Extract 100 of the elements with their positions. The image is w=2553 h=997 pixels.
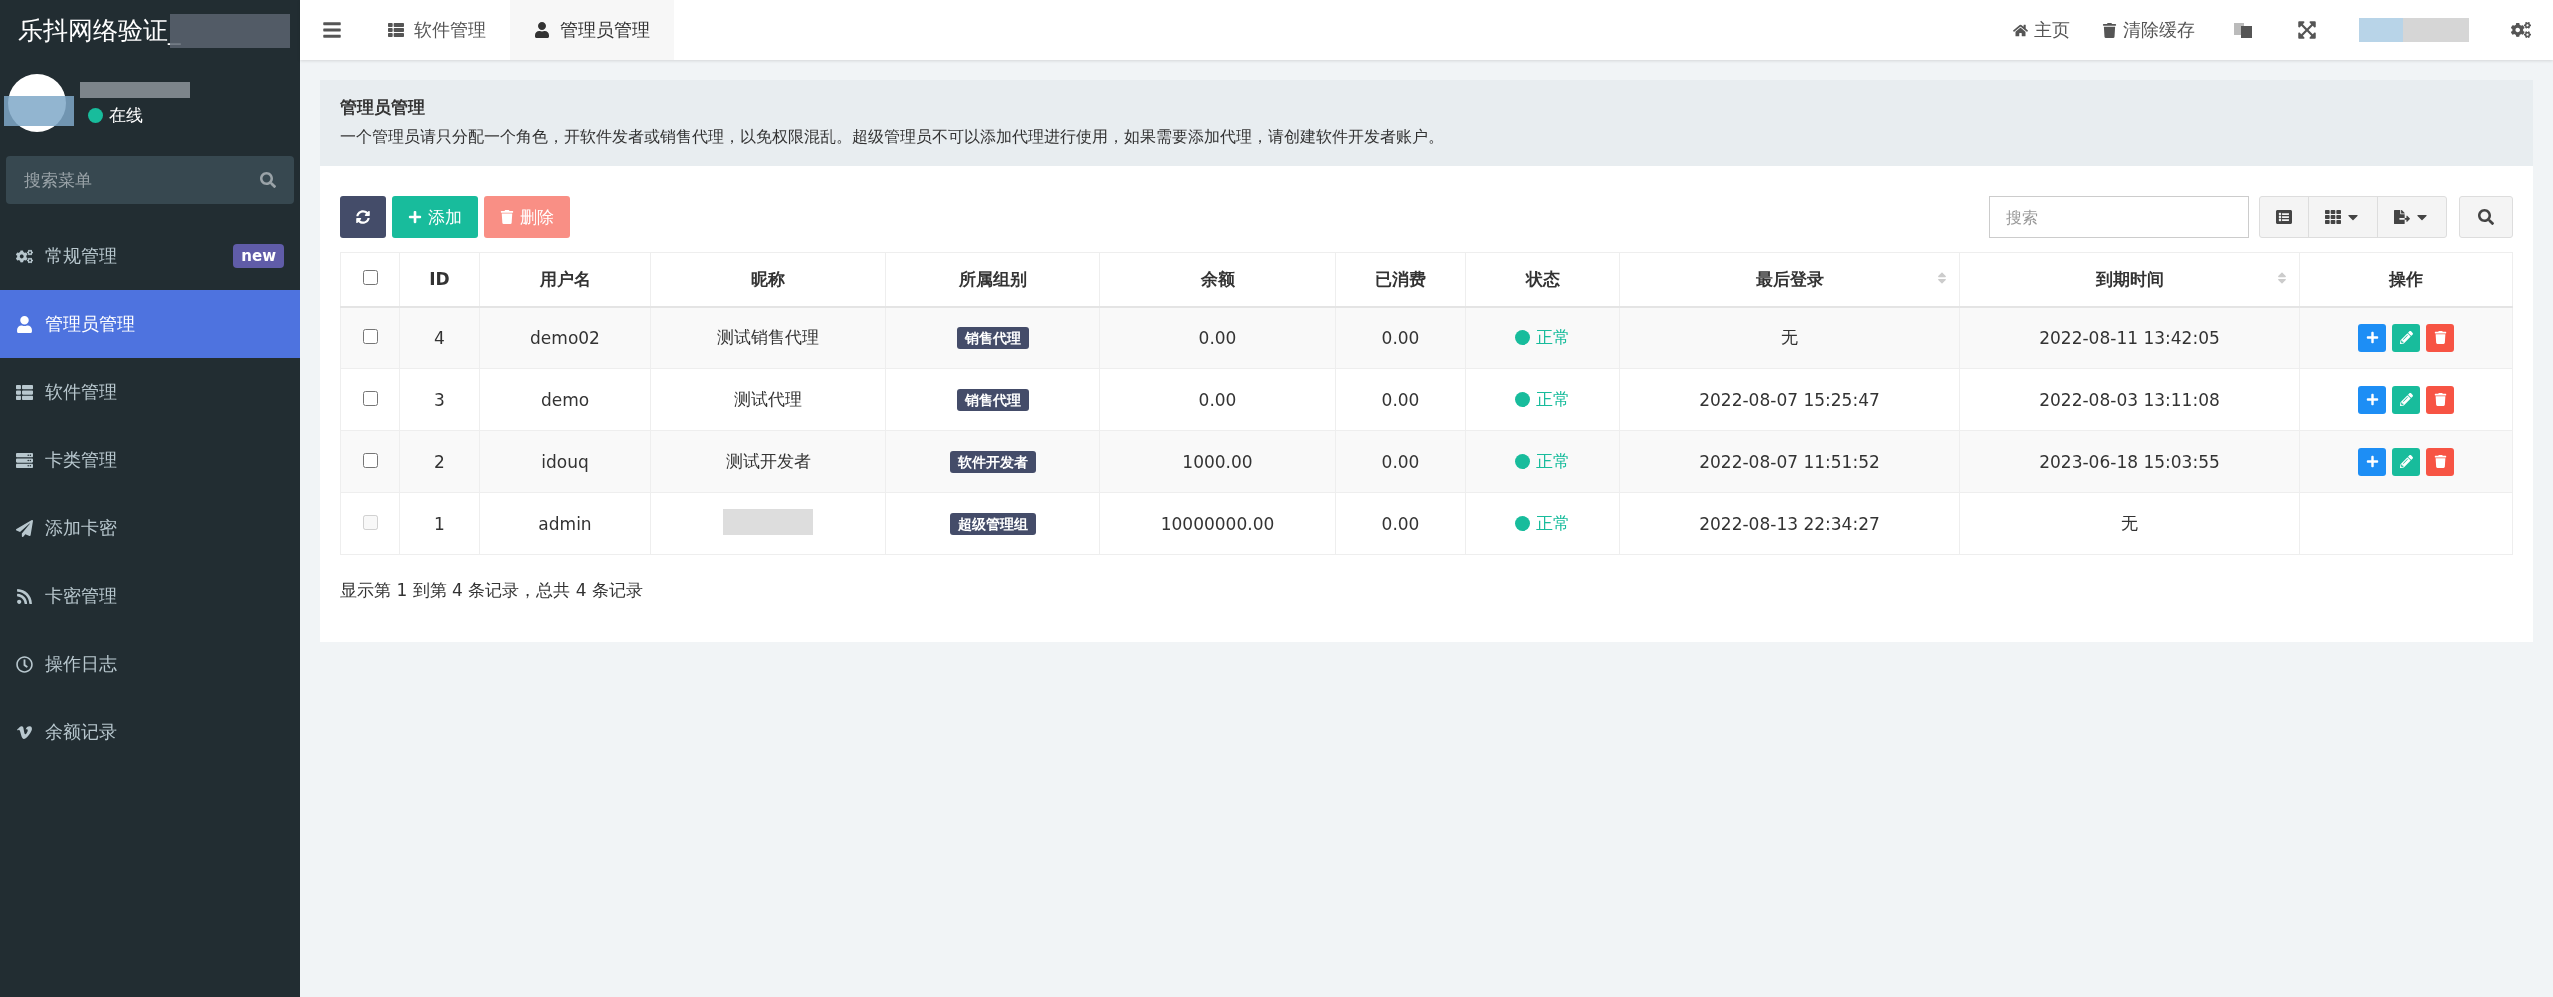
new-badge: new xyxy=(233,244,284,268)
column-header: 已消费 xyxy=(1335,252,1466,307)
table-cell: 0.00 xyxy=(1099,368,1336,431)
table-cell: admin xyxy=(479,492,651,555)
sidebar-item[interactable]: 卡类管理 xyxy=(0,426,300,494)
user-icon xyxy=(534,22,550,38)
delete-row-button[interactable] xyxy=(2426,447,2454,476)
redacted-block xyxy=(4,96,74,126)
table-cell: idouq xyxy=(479,430,651,493)
table-cell: 1000.00 xyxy=(1099,430,1336,493)
add-row-button[interactable] xyxy=(2358,323,2386,352)
clock-icon xyxy=(16,655,33,673)
trash-icon xyxy=(2433,455,2447,468)
toolbar-link[interactable]: 主页 xyxy=(1997,0,2086,60)
sidebar-item[interactable]: 卡密管理 xyxy=(0,562,300,630)
group-label: 销售代理 xyxy=(956,327,1029,350)
rss-icon xyxy=(16,587,33,605)
paper-plane-icon xyxy=(16,519,33,537)
column-header: 操作 xyxy=(2299,252,2513,307)
tab[interactable]: 软件管理 xyxy=(364,0,510,60)
edit-button[interactable] xyxy=(2392,447,2420,476)
table-cell: demo xyxy=(479,368,651,431)
home-icon xyxy=(2013,22,2028,38)
table-cell: 0.00 xyxy=(1335,430,1466,493)
sidebar-item[interactable]: 常规管理 new xyxy=(0,222,300,290)
toolbar-link[interactable]: 清除缓存 xyxy=(2086,0,2211,60)
row-checkbox[interactable] xyxy=(362,328,378,344)
panel-description: 一个管理员请只分配一个角色，开软件发者或销售代理，以免权限混乱。超级管理员不可以添加代理进行使用，如果需要添加代理，请创建软件开发者账户。 xyxy=(340,127,1445,148)
add-row-button[interactable] xyxy=(2358,385,2386,414)
gears-icon xyxy=(16,247,33,265)
search-icon xyxy=(2478,209,2494,225)
column-header: 昵称 xyxy=(650,252,886,307)
column-header[interactable]: 最后登录 xyxy=(1619,252,1960,307)
refresh-button[interactable] xyxy=(340,196,386,238)
table-cell: 2022-08-03 13:11:08 xyxy=(1959,368,2300,431)
trash-icon xyxy=(2433,393,2447,406)
trash-icon xyxy=(500,210,514,224)
row-checkbox[interactable] xyxy=(362,452,378,468)
select-all-checkbox[interactable] xyxy=(362,270,378,286)
plus-icon xyxy=(2365,455,2379,468)
table-cell: 4 xyxy=(399,306,480,369)
trash-icon xyxy=(2102,22,2117,38)
gears-icon xyxy=(2511,20,2531,40)
table-cell: 0.00 xyxy=(1335,306,1466,369)
status-text: 正常 xyxy=(1515,388,1570,411)
server-icon xyxy=(16,451,33,469)
table-cell: 0.00 xyxy=(1335,492,1466,555)
group-label: 软件开发者 xyxy=(949,451,1036,473)
table-cell: 测试代理 xyxy=(650,368,886,431)
group-label: 销售代理 xyxy=(956,389,1029,411)
add-row-button[interactable] xyxy=(2358,447,2386,476)
online-status: 在线 xyxy=(88,103,143,127)
column-header[interactable]: 到期时间 xyxy=(1959,252,2300,307)
menu-search-field[interactable]: 搜索菜单 xyxy=(6,156,294,204)
tab[interactable]: 管理员管理 xyxy=(510,0,674,60)
table-cell: 测试销售代理 xyxy=(650,306,886,369)
table-cell: 2 xyxy=(399,430,480,493)
list-icon xyxy=(16,383,33,401)
menu-icon xyxy=(322,20,342,40)
site-title: 乐抖网络验证_ xyxy=(18,14,181,47)
fullscreen-icon xyxy=(2297,20,2317,40)
export-icon xyxy=(2394,209,2410,225)
row-checkbox[interactable] xyxy=(362,390,378,406)
list-icon xyxy=(388,22,404,38)
column-header: 状态 xyxy=(1465,252,1620,307)
edit-button[interactable] xyxy=(2392,323,2420,352)
pencil-icon xyxy=(2399,455,2413,468)
search-field[interactable]: 搜索 xyxy=(1989,196,2249,238)
user-icon xyxy=(16,315,33,333)
sidebar-item[interactable]: 软件管理 xyxy=(0,358,300,426)
delete-row-button[interactable] xyxy=(2426,323,2454,352)
table-cell: 2022-08-07 15:25:47 xyxy=(1619,368,1960,431)
pencil-icon xyxy=(2399,393,2413,406)
search-button[interactable] xyxy=(2459,196,2513,238)
plus-icon xyxy=(408,210,422,224)
sidebar-item[interactable]: 操作日志 xyxy=(0,630,300,698)
grid-icon xyxy=(2325,209,2341,225)
table-cell: 0.00 xyxy=(1099,306,1336,369)
group-label: 超级管理组 xyxy=(949,513,1036,535)
column-header: ID xyxy=(399,252,480,307)
sidebar-item[interactable]: 管理员管理 xyxy=(0,290,300,358)
status-text: 正常 xyxy=(1515,450,1570,473)
panel-title: 管理员管理 xyxy=(340,96,426,119)
table-cell: 2022-08-07 11:51:52 xyxy=(1619,430,1960,493)
table-cell: 无 xyxy=(1959,492,2300,555)
search-icon xyxy=(260,172,276,188)
sidebar-item[interactable]: 添加卡密 xyxy=(0,494,300,562)
edit-button[interactable] xyxy=(2392,385,2420,414)
table-cell: 2022-08-11 13:42:05 xyxy=(1959,306,2300,369)
column-header: 用户名 xyxy=(479,252,651,307)
table-cell: 3 xyxy=(399,368,480,431)
table-cell: 无 xyxy=(1619,306,1960,369)
refresh-icon xyxy=(356,210,370,224)
column-header: 余额 xyxy=(1099,252,1336,307)
status-text: 正常 xyxy=(1515,512,1570,535)
translate-icon xyxy=(2233,20,2253,40)
table-cell: 0.00 xyxy=(1335,368,1466,431)
delete-row-button[interactable] xyxy=(2426,385,2454,414)
status-text: 正常 xyxy=(1515,326,1570,350)
sidebar-item[interactable]: 余额记录 xyxy=(0,698,300,766)
